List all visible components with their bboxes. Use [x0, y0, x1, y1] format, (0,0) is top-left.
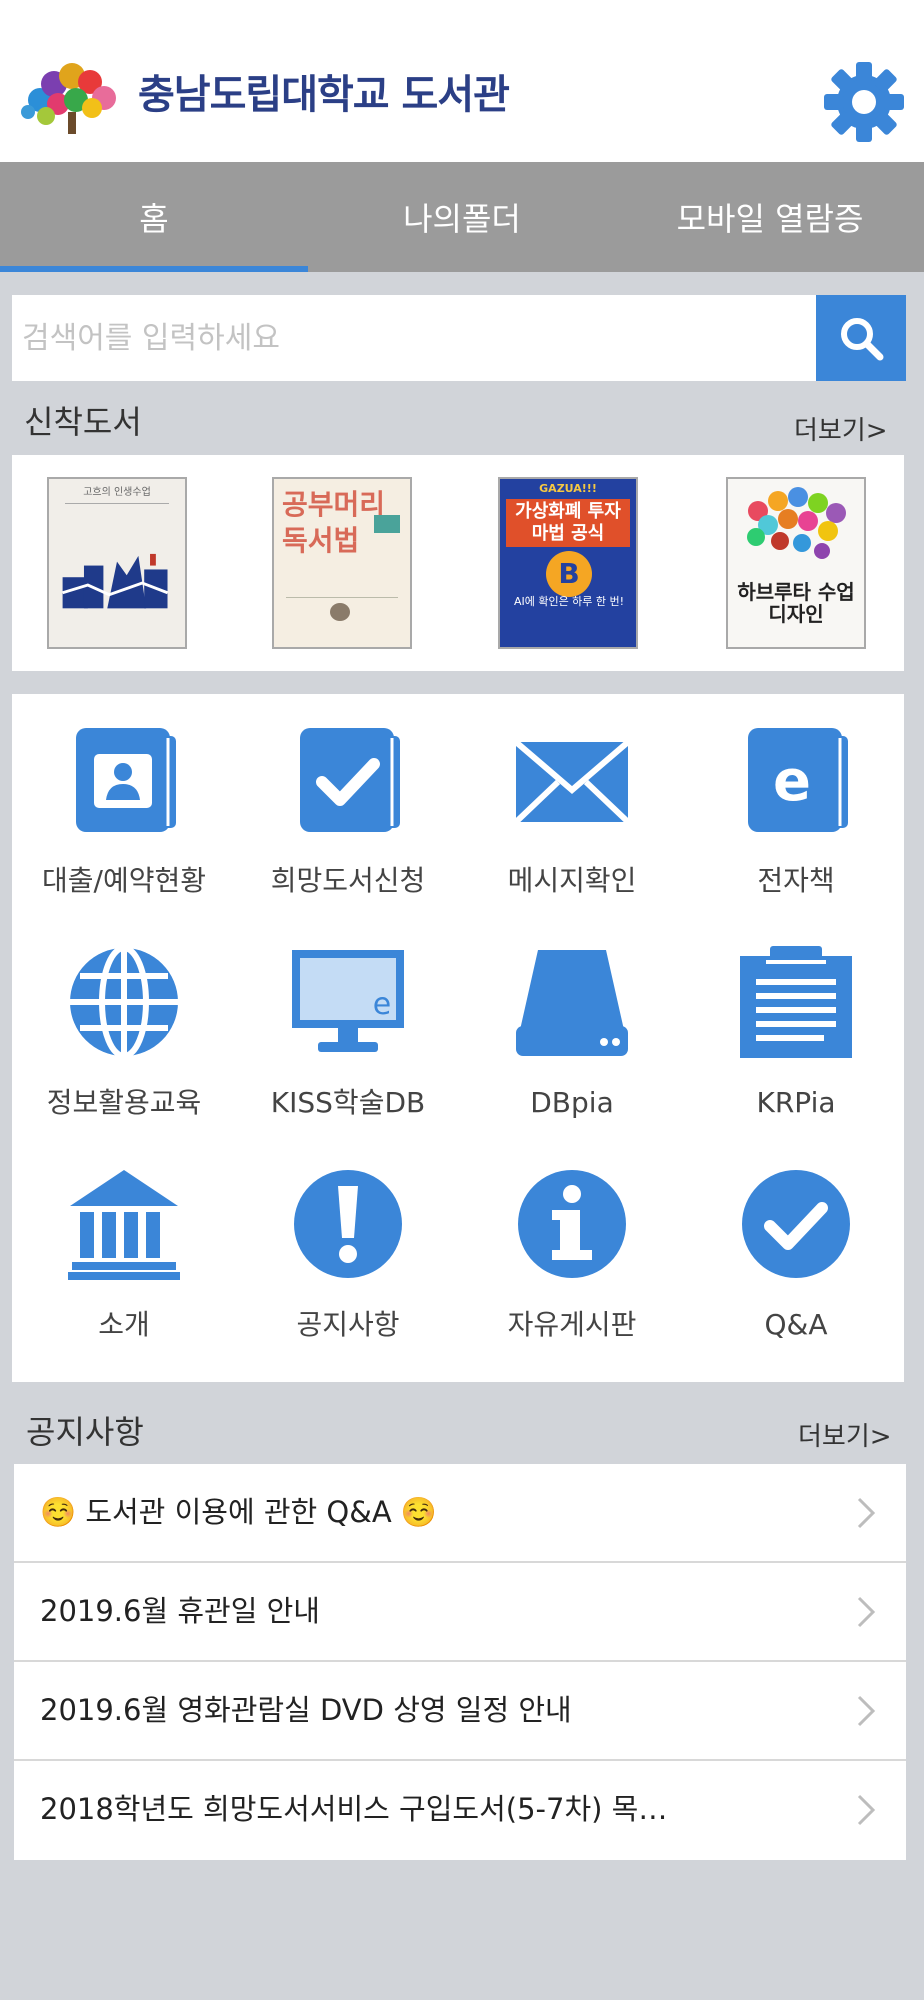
book-cover[interactable]: 하브루타 수업디자인 [726, 477, 866, 649]
menu-item-label: KISS학술DB [270, 1086, 426, 1119]
menu-item-label: 정보활용교육 [46, 1086, 202, 1119]
menu-item-label: KRPia [756, 1086, 836, 1119]
notice-title: ☺️ 도서관 이용에 관한 Q&A ☺️ [40, 1495, 438, 1529]
ebook-icon: e [748, 728, 848, 832]
menu-item-label: 메시지확인 [507, 864, 637, 897]
menu-item-notices[interactable]: 공지사항 [236, 1138, 460, 1358]
cover-illustration [62, 553, 169, 609]
user-book-icon [76, 728, 176, 832]
new-books-carousel: 고흐의 인생수업 공부머리 독서법 GAZUA!!! 가상화폐 투자 마법 공식… [12, 455, 904, 671]
tab-home[interactable]: 홈 [0, 162, 308, 272]
menu-item-free-board[interactable]: 자유게시판 [460, 1138, 684, 1358]
notice-item[interactable]: 2019.6월 휴관일 안내 [14, 1563, 906, 1662]
notice-title: 2019.6월 영화관람실 DVD 상영 일정 안내 [40, 1693, 572, 1727]
library-logo-icon [21, 63, 116, 134]
menu-item-kiss-db[interactable]: e KISS학술DB [236, 916, 460, 1136]
book-cover-note: AI에 확인은 하루 한 번! [513, 595, 625, 608]
gear-icon [824, 62, 904, 142]
globe-icon [70, 946, 178, 1058]
menu-item-label: 자유게시판 [507, 1308, 637, 1341]
envelope-icon [516, 739, 628, 825]
menu-item-label: 전자책 [757, 864, 835, 897]
search-input[interactable] [12, 295, 816, 381]
chevron-right-icon [857, 1497, 876, 1529]
menu-item-ebook[interactable]: e 전자책 [684, 694, 908, 914]
library-name: 충남도립대학교 도서관 [138, 72, 510, 118]
notices-title: 공지사항 [26, 1413, 144, 1451]
new-books-title: 신착도서 [24, 403, 142, 441]
monitor-icon: e [292, 950, 404, 1052]
chevron-right-icon [857, 1695, 876, 1727]
search-bar [12, 295, 906, 381]
book-cover-title: 고흐의 인생수업 [83, 487, 151, 498]
book-cover-title: 하브루타 수업디자인 [737, 580, 855, 626]
check-circle-icon [742, 1170, 850, 1278]
notice-title: 2019.6월 휴관일 안내 [40, 1594, 320, 1628]
cover-illustration [747, 487, 846, 559]
notice-item[interactable]: 2019.6월 영화관람실 DVD 상영 일정 안내 [14, 1662, 906, 1761]
menu-item-label: 희망도서신청 [270, 864, 426, 897]
cover-illustration [330, 603, 350, 621]
book-cover-badge: GAZUA!!! [539, 482, 597, 495]
menu-item-label: 대출/예약현황 [42, 864, 206, 897]
menu-item-dbpia[interactable]: DBpia [460, 916, 684, 1136]
menu-grid: 대출/예약현황 희망도서신청 메시지확인 e 전자책 정보활용교육 e KISS… [12, 694, 904, 1382]
svg-text:e: e [773, 749, 811, 814]
tab-my-folder[interactable]: 나의폴더 [308, 162, 616, 272]
menu-item-label: Q&A [764, 1308, 828, 1341]
menu-item-loan-status[interactable]: 대출/예약현황 [12, 694, 236, 914]
chevron-right-icon [857, 1794, 876, 1826]
hard-drive-icon [516, 950, 628, 1056]
menu-item-label: DBpia [530, 1086, 614, 1119]
notices-more-link[interactable]: 더보기> [798, 1420, 892, 1454]
search-button[interactable] [816, 295, 906, 381]
exclamation-icon [294, 1170, 402, 1278]
cover-divider [286, 597, 398, 598]
new-books-more-link[interactable]: 더보기> [794, 414, 888, 448]
svg-text:e: e [373, 987, 391, 1022]
svg-text:B: B [558, 557, 579, 590]
book-cover-title: 가상화폐 투자 마법 공식 [506, 499, 630, 547]
menu-item-info-education[interactable]: 정보활용교육 [12, 916, 236, 1136]
book-cover[interactable]: 고흐의 인생수업 [47, 477, 187, 649]
menu-item-label: 공지사항 [296, 1308, 400, 1341]
cover-divider [65, 503, 169, 504]
chevron-right-icon [857, 1596, 876, 1628]
bitcoin-icon: B [546, 551, 592, 597]
menu-item-messages[interactable]: 메시지확인 [460, 694, 684, 914]
app-root: 충남도립대학교 도서관 홈 나의폴더 모바일 열람증 검색어를 입력하세요 신착… [0, 0, 924, 2000]
check-book-icon [300, 728, 400, 832]
book-cover[interactable]: 공부머리 독서법 [272, 477, 412, 649]
menu-item-label: 소개 [98, 1308, 150, 1341]
app-header: 충남도립대학교 도서관 [0, 0, 924, 162]
search-icon [841, 318, 884, 361]
settings-button[interactable] [822, 60, 906, 144]
notice-item[interactable]: 2018학년도 희망도서서비스 구입도서(5-7차) 목… [14, 1761, 906, 1860]
menu-item-about[interactable]: 소개 [12, 1138, 236, 1358]
menu-item-krpia[interactable]: KRPia [684, 916, 908, 1136]
cover-book-icon [374, 515, 400, 533]
notice-title: 2018학년도 희망도서서비스 구입도서(5-7차) 목… [40, 1792, 668, 1826]
menu-item-book-request[interactable]: 희망도서신청 [236, 694, 460, 914]
tab-bar: 홈 나의폴더 모바일 열람증 [0, 162, 924, 272]
clipboard-icon [740, 946, 852, 1058]
notice-item[interactable]: ☺️ 도서관 이용에 관한 Q&A ☺️ [14, 1464, 906, 1563]
book-cover[interactable]: GAZUA!!! 가상화폐 투자 마법 공식 B AI에 확인은 하루 한 번! [498, 477, 638, 649]
info-icon [518, 1170, 626, 1278]
tab-mobile-id-card[interactable]: 모바일 열람증 [616, 162, 924, 272]
menu-item-qna[interactable]: Q&A [684, 1138, 908, 1358]
notice-list: ☺️ 도서관 이용에 관한 Q&A ☺️ 2019.6월 휴관일 안내 2019… [14, 1464, 906, 1860]
library-building-icon [68, 1170, 180, 1280]
